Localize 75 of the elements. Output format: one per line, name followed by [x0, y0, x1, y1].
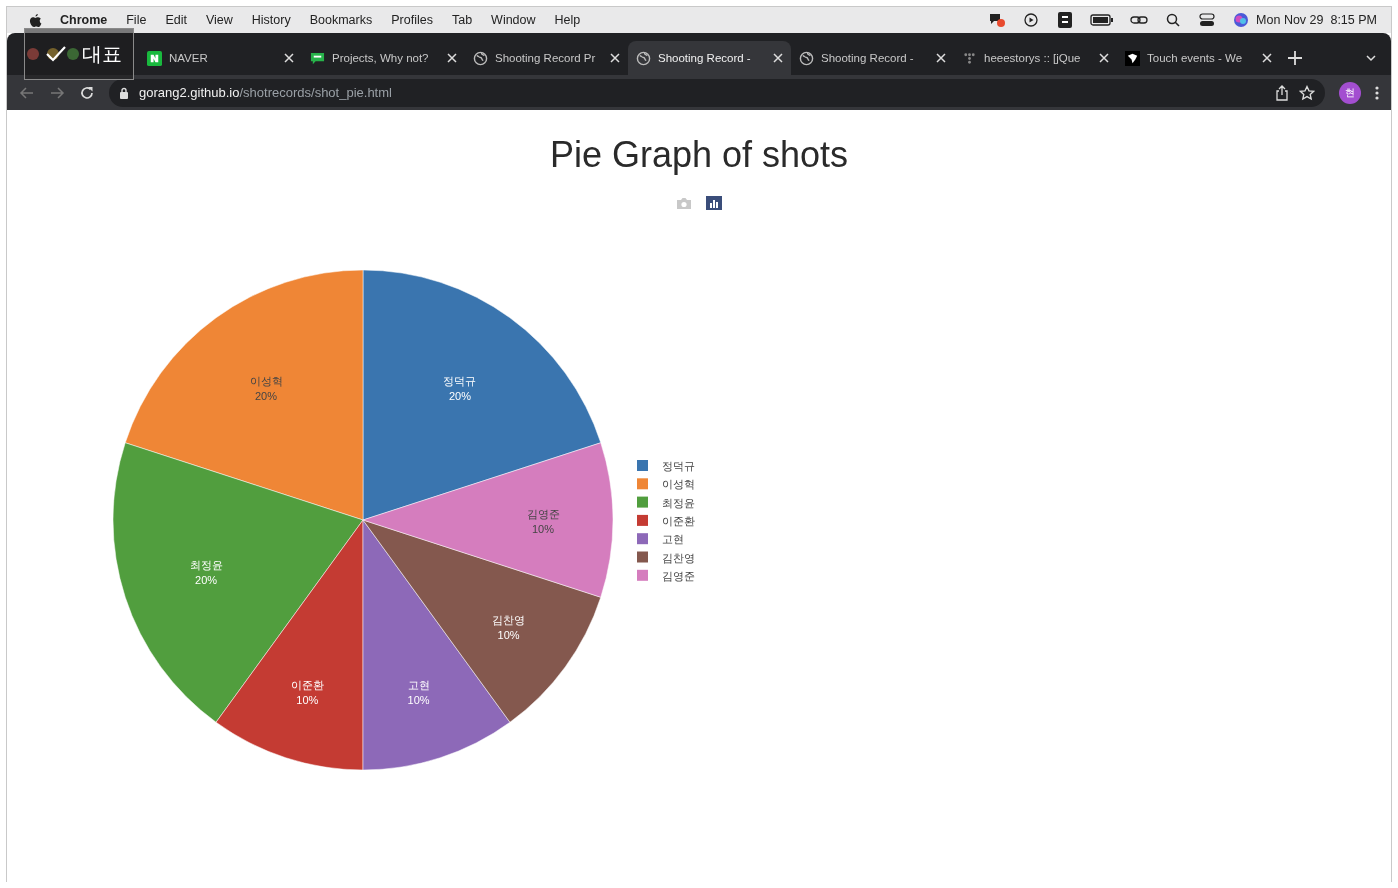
close-icon[interactable]: [1262, 53, 1272, 63]
browser-tab[interactable]: heeestorys :: [jQue: [954, 41, 1117, 75]
slice-percent: 10%: [296, 694, 319, 707]
menu-item[interactable]: History: [251, 13, 291, 27]
legend-label[interactable]: 정덕규: [662, 460, 695, 472]
profile-avatar[interactable]: 현: [1339, 81, 1361, 104]
slice-percent: 10%: [497, 628, 520, 641]
menu-clock[interactable]: Mon Nov 29 8:15 PM: [1256, 13, 1377, 27]
menu-item[interactable]: Profiles: [391, 13, 433, 27]
menu-item[interactable]: Tab: [451, 13, 473, 27]
menu-item[interactable]: Bookmarks: [309, 13, 373, 27]
legend-label[interactable]: 이준환: [662, 514, 695, 527]
slice-label: 고현: [407, 679, 430, 692]
browser-tab[interactable]: Shooting Record Pr: [465, 41, 628, 75]
legend-label[interactable]: 김찬영: [662, 551, 695, 564]
close-window-dot[interactable]: [27, 48, 39, 60]
slice-label: 이준환: [290, 679, 324, 692]
menu-item[interactable]: View: [205, 13, 233, 27]
more-menu-icon[interactable]: [1375, 85, 1379, 100]
star-icon[interactable]: [1299, 84, 1315, 101]
url-text: gorang2.github.io/shotrecords/shot_pie.html: [139, 85, 392, 100]
zoom-window-dot[interactable]: [67, 48, 79, 60]
close-icon[interactable]: [1099, 53, 1109, 63]
slice-label: 김영준: [526, 508, 560, 520]
menu-item[interactable]: Help: [554, 13, 581, 27]
legend-label[interactable]: 고현: [662, 533, 684, 546]
address-field[interactable]: gorang2.github.io/shotrecords/shot_pie.html: [109, 78, 1325, 107]
browser-tab[interactable]: NAVER: [139, 41, 302, 75]
bar-chart-icon[interactable]: [706, 196, 722, 210]
menu-item[interactable]: File: [126, 13, 147, 27]
forward-icon[interactable]: [49, 84, 65, 101]
slice-percent: 10%: [407, 694, 430, 707]
chat-bubble-icon[interactable]: [988, 12, 1007, 28]
control-center-icon[interactable]: [1198, 12, 1217, 28]
legend-label[interactable]: 김영준: [662, 569, 695, 582]
play-icon[interactable]: [1022, 12, 1041, 28]
lock-icon: [119, 86, 129, 99]
overlay-label: 대표: [82, 41, 122, 67]
browser-tab[interactable]: Shooting Record -: [791, 41, 954, 75]
menu-item[interactable]: Edit: [165, 13, 187, 27]
browser-tab[interactable]: Touch events - We: [1117, 41, 1280, 75]
dots-icon: [962, 50, 977, 66]
slice-label: 김찬영: [492, 613, 526, 626]
apple-icon[interactable]: [29, 12, 42, 28]
chevron-down-icon[interactable]: [1365, 52, 1377, 64]
slice-percent: 10%: [532, 523, 554, 535]
slice-label: 이성혁: [249, 374, 283, 387]
dino-icon: [1125, 50, 1140, 66]
slice-label: 정덕규: [443, 374, 477, 387]
share-icon[interactable]: [1275, 84, 1289, 101]
close-icon[interactable]: [284, 53, 294, 63]
chart-title: Pie Graph of shots: [549, 134, 849, 176]
plus-icon[interactable]: [1288, 51, 1302, 65]
close-icon[interactable]: [610, 53, 620, 63]
legend-label[interactable]: 이성혁: [662, 478, 695, 491]
close-icon[interactable]: [447, 53, 457, 63]
checkmark-icon: [45, 45, 67, 63]
legend-label[interactable]: 최정윤: [662, 496, 695, 509]
chat-icon: [310, 50, 325, 66]
browser-tab[interactable]: Shooting Record -: [628, 41, 791, 75]
slice-label: 최정윤: [189, 559, 223, 571]
back-icon[interactable]: [19, 84, 35, 101]
siri-icon[interactable]: [1232, 12, 1251, 28]
slice-percent: 20%: [448, 389, 471, 402]
slice-percent: 20%: [195, 574, 218, 586]
menu-app-name[interactable]: Chrome: [60, 13, 108, 27]
naver-icon: [147, 50, 162, 66]
browser-tab[interactable]: Projects, Why not?: [302, 41, 465, 75]
battery-icon[interactable]: [1090, 12, 1115, 28]
reload-icon[interactable]: [79, 84, 95, 101]
keyboard-input-icon[interactable]: [1056, 12, 1075, 28]
menu-item[interactable]: Window: [491, 13, 536, 27]
slice-percent: 20%: [255, 389, 278, 402]
close-icon[interactable]: [936, 53, 946, 63]
close-icon[interactable]: [773, 53, 783, 63]
